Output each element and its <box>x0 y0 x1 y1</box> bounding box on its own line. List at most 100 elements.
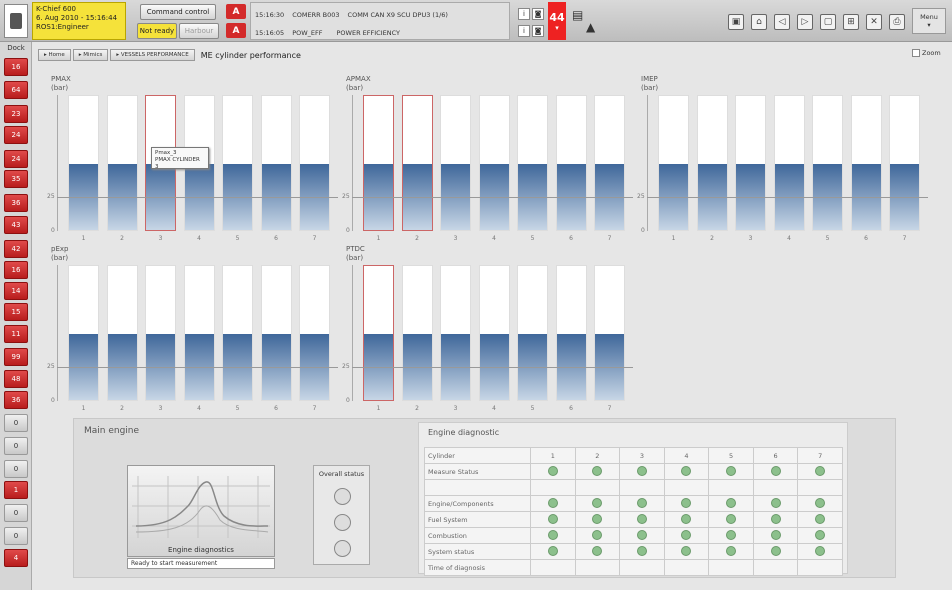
bar[interactable] <box>222 265 253 401</box>
back-icon[interactable]: ◁ <box>774 14 790 30</box>
table-cell <box>708 479 754 496</box>
bar[interactable] <box>260 265 292 401</box>
bar[interactable] <box>594 265 625 401</box>
bar[interactable] <box>299 95 330 231</box>
info-icon[interactable]: i <box>518 8 530 20</box>
bar[interactable] <box>812 95 843 231</box>
alarm-indicator-a-2[interactable]: A <box>226 23 246 38</box>
bar[interactable] <box>555 265 587 401</box>
chevron-down-icon: ▾ <box>927 21 931 29</box>
bar[interactable] <box>440 95 471 231</box>
bar[interactable] <box>658 95 689 231</box>
print-icon[interactable]: ⎙ <box>889 14 905 30</box>
bar[interactable] <box>555 95 587 231</box>
dock-button[interactable]: 42 <box>4 240 28 258</box>
table-cell <box>574 559 621 576</box>
diagnostic-table: Cylinder 1 2 3 4 5 6 7 Measure Status Engine/Com… <box>424 447 843 576</box>
y-tick-label: 25 <box>47 193 55 200</box>
dock-button[interactable]: 24 <box>4 150 28 168</box>
bar[interactable] <box>517 95 548 231</box>
chart-unit: (bar) <box>641 84 659 92</box>
breadcrumb-mimics[interactable]: ▸ Mimics <box>72 49 109 61</box>
bar[interactable] <box>889 95 920 231</box>
table-cell <box>530 559 576 576</box>
bar[interactable] <box>183 265 215 401</box>
dock-button[interactable]: 15 <box>4 303 28 321</box>
table-cell <box>797 479 843 496</box>
bar[interactable] <box>363 95 394 231</box>
dock-button[interactable]: 99 <box>4 348 28 366</box>
dock-button[interactable]: 1 <box>4 481 28 499</box>
dock-button[interactable]: 14 <box>4 282 28 300</box>
table-cell <box>663 527 710 544</box>
ack-icon[interactable]: ▣ <box>728 14 744 30</box>
info-icon-2[interactable]: i <box>518 25 530 37</box>
bar[interactable] <box>696 95 728 231</box>
bar[interactable] <box>68 95 99 231</box>
alarm-count-badge[interactable]: 44 ▾ <box>548 2 566 40</box>
dock-button[interactable]: 11 <box>4 325 28 343</box>
window-icon[interactable]: ▢ <box>820 14 836 30</box>
status-dot-icon <box>547 497 558 508</box>
diagnostics-curve-icon <box>132 476 270 538</box>
engine-diagnostics-button[interactable]: Engine diagnostics <box>127 465 275 557</box>
alarm-list[interactable]: 15:16:30 COMERR B003 COMM CAN X9 SCU DPU3 … <box>250 2 510 40</box>
acknowledge-icon-2[interactable]: ◙ <box>532 25 544 37</box>
acknowledge-icon[interactable]: ◙ <box>532 8 544 20</box>
alarm-row[interactable]: 15:16:05 POW_EFF POWER EFFICIENCY <box>255 29 505 37</box>
bar[interactable] <box>401 265 433 401</box>
dock-button[interactable]: 36 <box>4 194 28 212</box>
forward-icon[interactable]: ▷ <box>797 14 813 30</box>
bar[interactable] <box>145 265 176 401</box>
dock-button[interactable]: 23 <box>4 105 28 123</box>
y-tick-label: 25 <box>342 193 350 200</box>
close-window-icon[interactable]: ✕ <box>866 14 882 30</box>
not-ready-button[interactable]: Not ready <box>137 23 177 39</box>
harbour-button[interactable]: Harbour <box>179 23 219 39</box>
bar[interactable] <box>106 265 138 401</box>
bar[interactable] <box>440 265 471 401</box>
dock-button[interactable]: 36 <box>4 391 28 409</box>
dock-button[interactable]: 35 <box>4 170 28 188</box>
menu-button[interactable]: Menu ▾ <box>912 8 946 34</box>
dock-button[interactable]: 16 <box>4 58 28 76</box>
zoom-checkbox[interactable] <box>912 49 920 57</box>
bar[interactable] <box>299 265 330 401</box>
bar[interactable] <box>773 95 805 231</box>
dock-button[interactable]: 24 <box>4 126 28 144</box>
dock-button[interactable]: 0 <box>4 414 28 432</box>
dock-button[interactable]: 43 <box>4 216 28 234</box>
alarm-list-icon[interactable]: ▤ <box>572 8 583 22</box>
x-tick-label: 3 <box>158 235 163 242</box>
bar[interactable] <box>401 95 433 231</box>
command-control-button[interactable]: Command control <box>140 4 216 20</box>
bar[interactable] <box>260 95 292 231</box>
bar[interactable] <box>735 95 766 231</box>
bar[interactable] <box>363 265 394 401</box>
dock-button[interactable]: 48 <box>4 370 28 388</box>
dock-button[interactable]: 16 <box>4 261 28 279</box>
y-axis <box>57 265 58 401</box>
bar[interactable] <box>478 95 510 231</box>
dock-button[interactable]: 64 <box>4 81 28 99</box>
alarm-indicator-a[interactable]: A <box>226 4 246 19</box>
bar[interactable] <box>68 265 99 401</box>
x-tick-label: 7 <box>607 235 612 242</box>
dock-button[interactable]: 4 <box>4 549 28 567</box>
bar[interactable] <box>478 265 510 401</box>
bar[interactable] <box>106 95 138 231</box>
alarm-row[interactable]: 15:16:30 COMERR B003 COMM CAN X9 SCU DPU3 … <box>255 11 505 19</box>
layout-icon[interactable]: ⊞ <box>843 14 859 30</box>
row-label: Engine/Components <box>424 495 531 512</box>
breadcrumb-vessels-performance[interactable]: ▸ VESSELS PERFORMANCE <box>110 49 195 61</box>
bar[interactable] <box>850 95 882 231</box>
dock-button[interactable]: 0 <box>4 460 28 478</box>
dock-button[interactable]: 0 <box>4 437 28 455</box>
bar[interactable] <box>594 95 625 231</box>
breadcrumb-home[interactable]: ▸ Home <box>38 49 71 61</box>
bar[interactable] <box>222 95 253 231</box>
dock-button[interactable]: 0 <box>4 527 28 545</box>
bar[interactable] <box>517 265 548 401</box>
dock-button[interactable]: 0 <box>4 504 28 522</box>
home-icon[interactable]: ⌂ <box>751 14 767 30</box>
